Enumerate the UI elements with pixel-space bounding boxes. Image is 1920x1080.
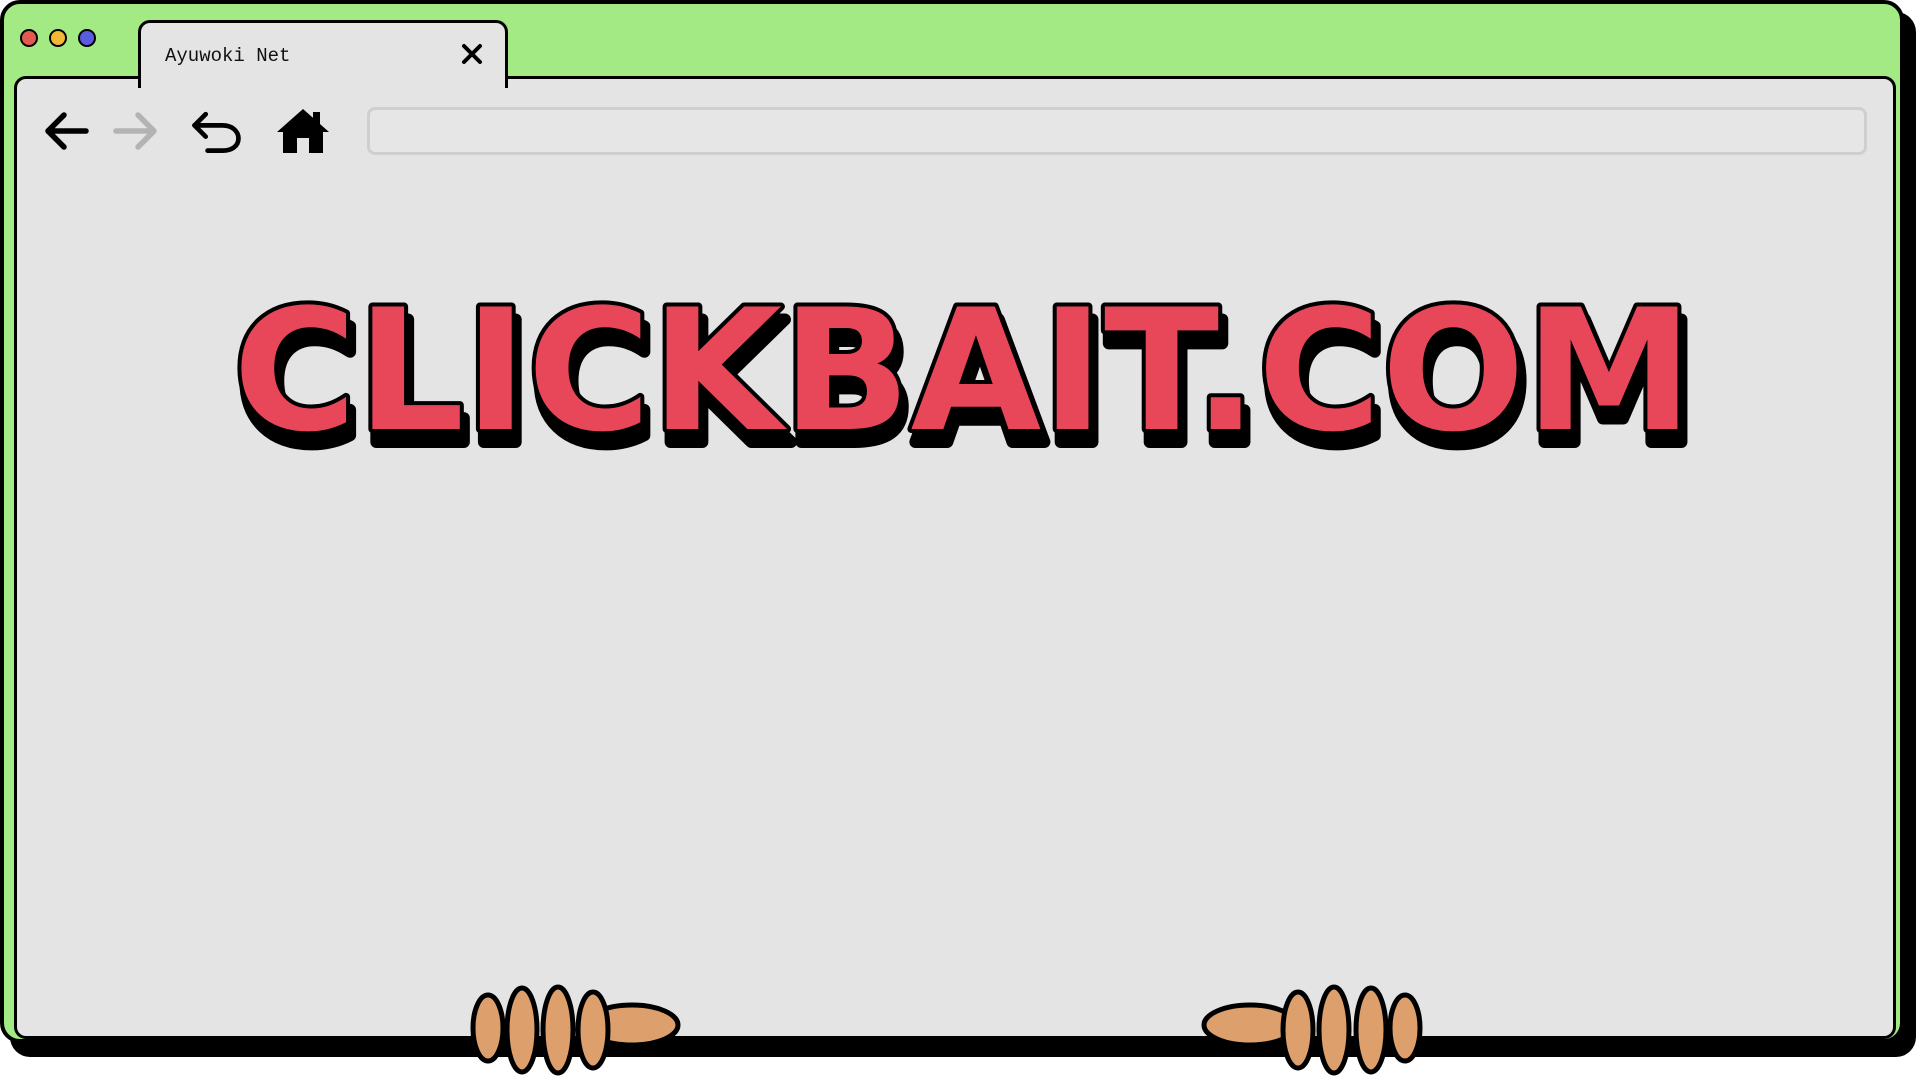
close-icon[interactable] [457,39,487,69]
window-maximize-dot[interactable] [78,29,96,47]
home-icon [277,109,329,153]
tab-title: Ayuwoki Net [165,45,291,67]
reload-button[interactable] [187,105,245,157]
window-controls [20,29,96,47]
window-minimize-dot[interactable] [49,29,67,47]
forward-button[interactable] [107,105,165,157]
arrow-left-icon [45,112,89,150]
clickbait-logo: CLICKBAIT.COM CLICKBAIT.COM [229,269,1703,488]
arrow-right-icon [113,112,157,150]
page-viewport: CLICKBAIT.COM CLICKBAIT.COM [14,76,1896,1039]
window-close-dot[interactable] [20,29,38,47]
logo-text: CLICKBAIT.COM [233,273,1693,469]
address-bar[interactable] [367,107,1867,155]
browser-window: Ayuwoki Net CLICKBAIT.COM CLICKBAIT.COM [0,0,1904,1043]
home-button[interactable] [274,105,332,157]
browser-tab[interactable]: Ayuwoki Net [138,20,508,88]
back-button[interactable] [37,105,95,157]
undo-icon [192,111,241,153]
